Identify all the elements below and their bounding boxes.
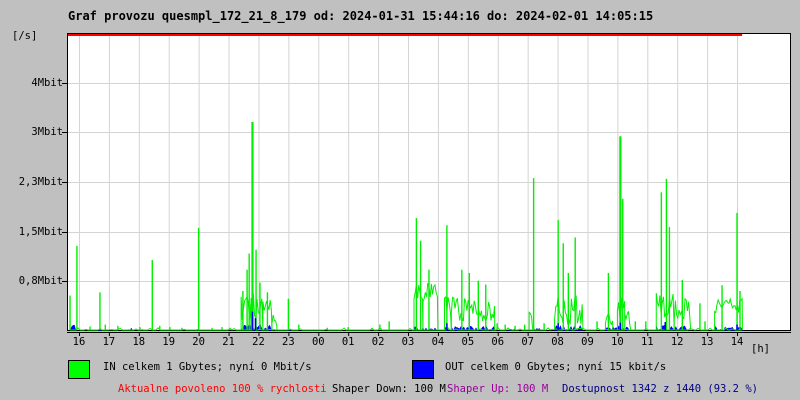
legend-in-swatch xyxy=(68,360,90,379)
x-tick-label: 11 xyxy=(640,336,654,348)
x-tick-label: 16 xyxy=(72,336,86,348)
x-tick-label: 04 xyxy=(431,336,445,348)
x-tick-label: 13 xyxy=(700,336,714,348)
y-tick-label: 2,3Mbit xyxy=(18,176,63,188)
x-tick-label: 05 xyxy=(461,336,475,348)
y-tick-label: 1,5Mbit xyxy=(18,226,63,238)
legend-out-swatch xyxy=(412,360,434,379)
x-tick-label: 23 xyxy=(282,336,295,348)
traffic-graph-page: Graf provozu quesmpl_172_21_8_179 od: 20… xyxy=(0,0,800,400)
legend-out-label: OUT celkem 0 Gbytes; nyní 15 kbit/s xyxy=(445,361,667,373)
status-shaper-down: Shaper Down: 100 M xyxy=(332,383,446,395)
x-tick-label: 17 xyxy=(102,336,116,348)
legend-in-label: IN celkem 1 Gbytes; nyní 0 Mbit/s xyxy=(103,361,312,373)
x-tick-label: 00 xyxy=(311,336,325,348)
status-shaper-up: Shaper Up: 100 M xyxy=(447,383,549,395)
x-tick-label: 09 xyxy=(581,336,594,348)
x-tick-label: 21 xyxy=(222,336,235,348)
status-availability: Dostupnost 1342 z 1440 (93.2 %) xyxy=(562,383,758,395)
x-tick-label: 22 xyxy=(252,336,265,348)
y-tick-label: 4Mbit xyxy=(31,77,63,89)
y-tick-label: 0,8Mbit xyxy=(18,275,63,287)
x-axis-unit-label: [h] xyxy=(751,343,770,355)
x-tick-label: 12 xyxy=(670,336,684,348)
x-tick-label: 18 xyxy=(132,336,146,348)
x-tick-label: 02 xyxy=(371,336,385,348)
status-allowed-speed: Aktualne povoleno 100 % rychlosti xyxy=(118,383,327,395)
x-tick-label: 06 xyxy=(491,336,505,348)
x-tick-label: 20 xyxy=(192,336,205,348)
x-tick-label: 01 xyxy=(341,336,355,348)
x-tick-label: 14 xyxy=(730,336,744,348)
x-tick-label: 03 xyxy=(401,336,415,348)
x-tick-label: 19 xyxy=(162,336,176,348)
x-tick-label: 10 xyxy=(611,336,624,348)
x-tick-label: 08 xyxy=(551,336,564,348)
x-tick-label: 07 xyxy=(521,336,534,348)
y-tick-label: 3Mbit xyxy=(31,126,63,138)
